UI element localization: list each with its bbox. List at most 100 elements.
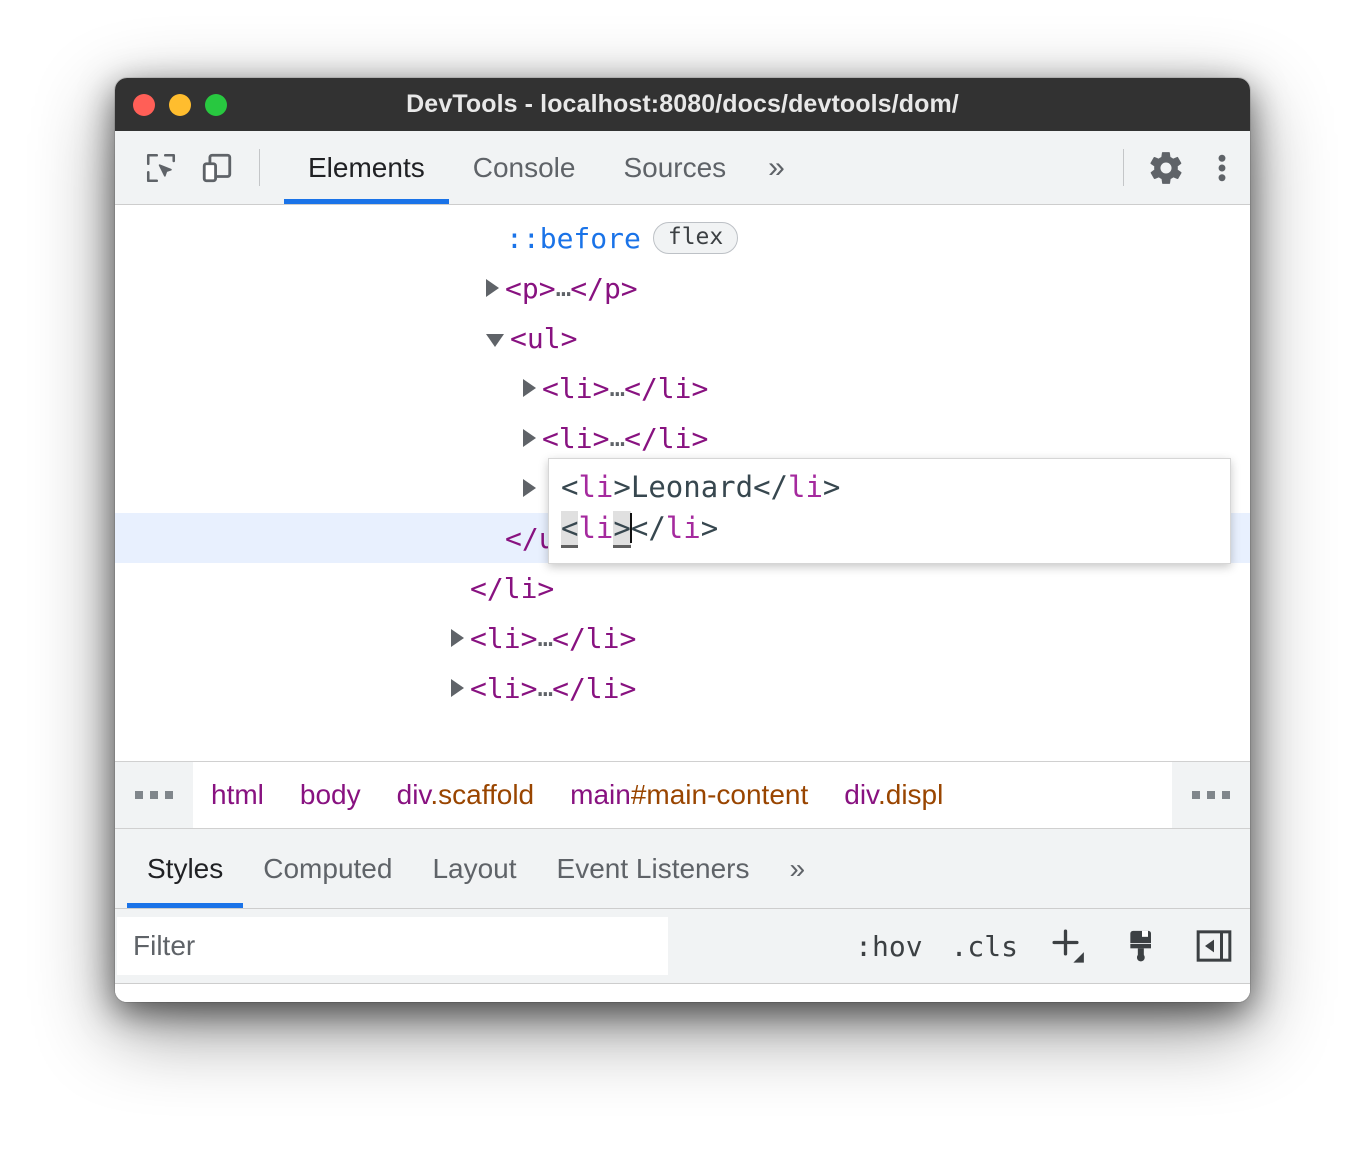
inline-html-editor[interactable]: <li>Leonard</li> <li></li>	[548, 458, 1231, 564]
dom-node-li-2[interactable]: <li>…</li>	[115, 413, 1250, 463]
new-style-rule-button[interactable]	[1032, 909, 1106, 983]
close-window-button[interactable]	[133, 94, 155, 116]
settings-button[interactable]	[1138, 131, 1194, 204]
breadcrumb-overflow-right[interactable]	[1172, 762, 1250, 828]
styles-filter-bar: :hov .cls	[115, 909, 1250, 984]
tag-open: <li>	[470, 622, 537, 655]
tag-open: <li>	[542, 372, 609, 405]
styles-pane: Styles Computed Layout Event Listeners »…	[115, 829, 1250, 1002]
device-toolbar-button[interactable]	[189, 131, 245, 204]
tab-computed[interactable]: Computed	[243, 829, 412, 908]
device-toolbar-icon	[200, 151, 234, 185]
tab-console[interactable]: Console	[449, 131, 600, 204]
styles-rules-list	[115, 984, 1250, 1002]
collapsed-children-ellipsis: …	[537, 673, 552, 703]
toggle-sidebar-button[interactable]	[1178, 909, 1250, 983]
expand-arrow-icon[interactable]	[451, 679, 464, 697]
breadcrumb-items: html body div.scaffold main#main-content…	[193, 762, 1172, 828]
dom-node-li-close[interactable]: </li>	[115, 563, 1250, 613]
expand-arrow-icon[interactable]	[523, 479, 536, 497]
crumb-tag: div	[397, 779, 431, 810]
breadcrumb-item-main-content[interactable]: main#main-content	[552, 779, 826, 811]
crumb-modifier: .displ	[878, 779, 943, 810]
plus-new-style-rule-icon	[1048, 924, 1090, 968]
closing-bracket-open: </	[753, 470, 788, 504]
dom-node-p[interactable]: <p>…</p>	[115, 263, 1250, 313]
dot	[1192, 791, 1200, 799]
copy-styles-button[interactable]	[1106, 909, 1178, 983]
toggle-pseudo-states-button[interactable]: :hov	[841, 909, 936, 983]
crumb-tag: div	[844, 779, 878, 810]
tab-elements[interactable]: Elements	[284, 131, 449, 204]
tag-close: </li>	[624, 422, 708, 455]
collapse-arrow-icon[interactable]	[486, 334, 504, 347]
crumb-tag: html	[211, 779, 264, 810]
editor-line-2[interactable]: <li></li>	[561, 508, 1230, 549]
breadcrumb-item-html[interactable]: html	[193, 779, 282, 811]
tag-name: li	[578, 470, 613, 504]
editor-line-1[interactable]: <li>Leonard</li>	[561, 467, 1230, 508]
expand-arrow-icon[interactable]	[523, 429, 536, 447]
dom-node-li-1[interactable]: <li>…</li>	[115, 363, 1250, 413]
dom-node-li-4[interactable]: <li>…</li>	[115, 613, 1250, 663]
more-styles-tabs-button[interactable]: »	[770, 829, 826, 908]
expand-arrow-icon[interactable]	[523, 379, 536, 397]
pseudo-element-label: ::before	[506, 222, 641, 255]
toolbar-divider	[259, 149, 260, 186]
dot	[1207, 791, 1215, 799]
dot	[1222, 791, 1230, 799]
dom-node-before[interactable]: ::before flex	[115, 213, 1250, 263]
collapsed-children-ellipsis: …	[537, 623, 552, 653]
more-options-button[interactable]	[1194, 131, 1250, 204]
styles-filter-input[interactable]	[117, 917, 668, 975]
dot	[135, 791, 143, 799]
inspect-element-button[interactable]	[133, 131, 189, 204]
minimize-window-button[interactable]	[169, 94, 191, 116]
inspect-element-icon	[144, 151, 178, 185]
text-content: Leonard	[631, 470, 753, 504]
bracket-close: >	[613, 470, 630, 504]
breadcrumb-item-div-scaffold[interactable]: div.scaffold	[379, 779, 553, 811]
paintbrush-copy-styles-icon	[1122, 925, 1162, 967]
breadcrumb-overflow-left[interactable]	[115, 762, 193, 828]
matched-bracket-open: <	[561, 511, 578, 548]
closing-bracket-close: >	[823, 470, 840, 504]
expand-arrow-icon[interactable]	[486, 279, 499, 297]
tab-styles[interactable]: Styles	[127, 829, 243, 908]
tag-open: <li>	[542, 422, 609, 455]
gear-icon	[1147, 149, 1185, 187]
bracket-open: <	[561, 470, 578, 504]
collapsed-children-ellipsis: …	[556, 273, 571, 303]
breadcrumb-item-div-displ[interactable]: div.displ	[826, 779, 961, 811]
more-panels-button[interactable]: »	[750, 131, 803, 204]
dom-node-li-5[interactable]: <li>…</li>	[115, 663, 1250, 713]
tag-close: </li>	[470, 572, 554, 605]
tab-layout[interactable]: Layout	[412, 829, 536, 908]
maximize-window-button[interactable]	[205, 94, 227, 116]
breadcrumb-item-body[interactable]: body	[282, 779, 379, 811]
dot	[165, 791, 173, 799]
panel-tabs: Elements Console Sources »	[284, 131, 803, 204]
closing-tag-name: li	[788, 470, 823, 504]
element-classes-button[interactable]: .cls	[937, 909, 1032, 983]
flex-badge[interactable]: flex	[653, 222, 738, 254]
toolbar-divider-right	[1123, 149, 1124, 186]
collapsed-children-ellipsis: …	[609, 423, 624, 453]
tag-open: <ul>	[510, 322, 577, 355]
dot	[150, 791, 158, 799]
tag-open: <p>	[505, 272, 556, 305]
dom-tree[interactable]: ::before flex <p>…</p> <ul> <li>…</li>	[115, 205, 1250, 761]
tab-sources[interactable]: Sources	[599, 131, 750, 204]
tab-event-listeners[interactable]: Event Listeners	[537, 829, 770, 908]
expand-arrow-icon[interactable]	[451, 629, 464, 647]
crumb-tag: main	[570, 779, 631, 810]
closing-tag-name: li	[666, 511, 701, 545]
screenshot-root: DevTools - localhost:8080/docs/devtools/…	[0, 0, 1362, 1154]
tag-open: <li>	[470, 672, 537, 705]
dom-node-ul-open[interactable]: <ul>	[115, 313, 1250, 363]
styles-pane-tabs: Styles Computed Layout Event Listeners »	[115, 829, 1250, 909]
tag-close: </li>	[552, 622, 636, 655]
tag-close: </p>	[570, 272, 637, 305]
devtools-window: DevTools - localhost:8080/docs/devtools/…	[115, 78, 1250, 1002]
tag-name: li	[578, 511, 613, 545]
